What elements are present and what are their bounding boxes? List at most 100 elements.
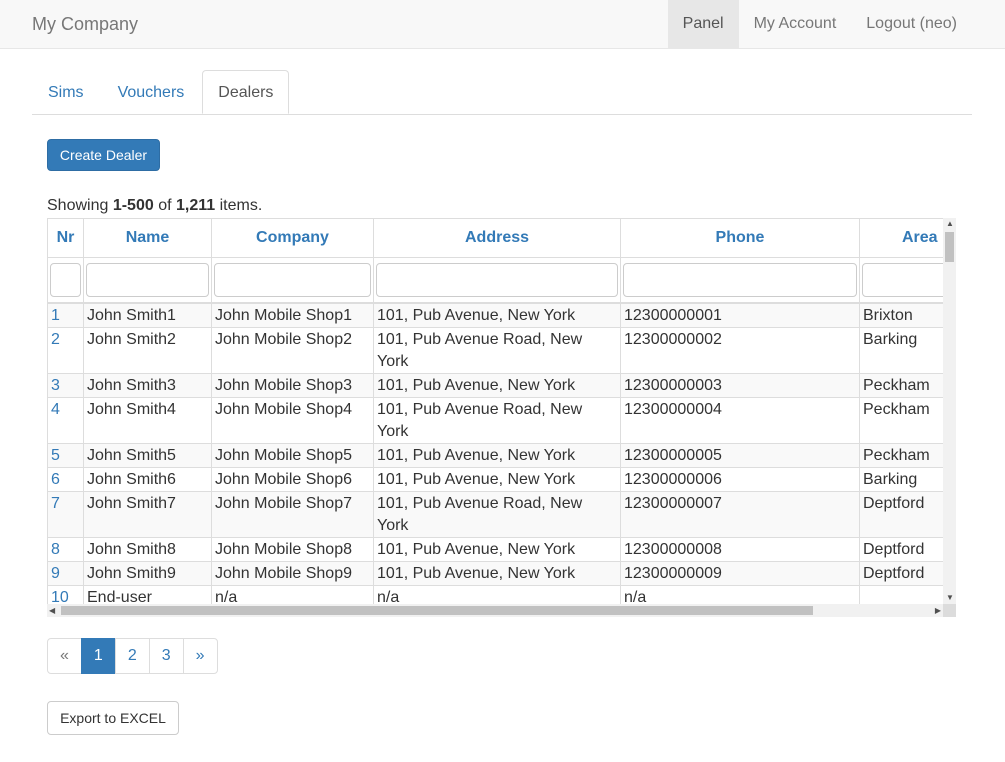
pagination-page-3[interactable]: 3 <box>148 638 184 674</box>
pagination-page-1[interactable]: 1 <box>80 638 116 674</box>
tab-vouchers[interactable]: Vouchers <box>102 70 201 114</box>
cell-nr: 1 <box>47 302 84 328</box>
row-number-link[interactable]: 10 <box>51 589 69 604</box>
cell-area: Deptford <box>859 491 943 538</box>
pagination-prev[interactable]: « <box>47 638 82 674</box>
brand-logo[interactable]: My Company <box>32 0 138 48</box>
column-header-name[interactable]: Name <box>83 218 212 258</box>
cell-company: John Mobile Shop1 <box>211 302 374 328</box>
cell-company: John Mobile Shop9 <box>211 561 374 586</box>
nav-menu: Panel My Account Logout (neo) <box>667 0 972 48</box>
create-dealer-button[interactable]: Create Dealer <box>47 139 160 171</box>
cell-nr: 2 <box>47 327 84 374</box>
scroll-up-arrow-icon[interactable]: ▲ <box>946 220 954 228</box>
table-row: 4 John Smith4 John Mobile Shop4 101, Pub… <box>47 397 943 444</box>
cell-nr: 8 <box>47 537 84 562</box>
cell-phone: 12300000002 <box>620 327 860 374</box>
summary-total: 1,211 <box>175 197 216 214</box>
cell-area: Peckham <box>859 373 943 398</box>
cell-area <box>859 585 943 604</box>
cell-nr: 4 <box>47 397 84 444</box>
table-row: 1 John Smith1 John Mobile Shop1 101, Pub… <box>47 302 943 328</box>
tab-sims[interactable]: Sims <box>32 70 100 114</box>
horizontal-scroll-thumb[interactable] <box>61 606 813 615</box>
grid-body: 1 John Smith1 John Mobile Shop1 101, Pub… <box>47 302 943 604</box>
column-header-area[interactable]: Area <box>859 218 943 258</box>
dealers-grid-container: Nr Name Company Address Phone Area 1 Joh… <box>47 218 943 604</box>
cell-name: John Smith1 <box>83 302 212 328</box>
cell-name: John Smith2 <box>83 327 212 374</box>
filter-cell-company <box>211 257 374 304</box>
cell-address: 101, Pub Avenue Road, New York <box>373 397 621 444</box>
cell-name: End-user <box>83 585 212 604</box>
table-row: 2 John Smith2 John Mobile Shop2 101, Pub… <box>47 327 943 374</box>
nav-item-panel[interactable]: Panel <box>667 0 739 48</box>
cell-nr: 7 <box>47 491 84 538</box>
nav-item-my-account[interactable]: My Account <box>739 0 852 48</box>
pagination-page-2[interactable]: 2 <box>114 638 150 674</box>
cell-name: John Smith3 <box>83 373 212 398</box>
row-number-link[interactable]: 2 <box>51 331 60 348</box>
filter-input-name[interactable] <box>86 263 209 297</box>
pagination-next[interactable]: » <box>182 638 218 674</box>
cell-area: Barking <box>859 327 943 374</box>
filter-cell-address <box>373 257 621 304</box>
column-header-phone[interactable]: Phone <box>620 218 860 258</box>
row-number-link[interactable]: 4 <box>51 401 60 418</box>
cell-address: 101, Pub Avenue, New York <box>373 302 621 328</box>
cell-nr: 10 <box>47 585 84 604</box>
table-row: 10 End-user n/a n/a n/a <box>47 585 943 604</box>
scroll-down-arrow-icon[interactable]: ▼ <box>946 594 954 602</box>
filter-input-nr[interactable] <box>50 263 81 297</box>
cell-address: 101, Pub Avenue Road, New York <box>373 491 621 538</box>
cell-nr: 6 <box>47 467 84 492</box>
cell-nr: 3 <box>47 373 84 398</box>
scroll-left-arrow-icon[interactable]: ◀ <box>49 606 55 615</box>
row-number-link[interactable]: 7 <box>51 495 60 512</box>
cell-name: John Smith7 <box>83 491 212 538</box>
filter-input-company[interactable] <box>214 263 371 297</box>
cell-area: Brixton <box>859 302 943 328</box>
cell-name: John Smith9 <box>83 561 212 586</box>
cell-area: Peckham <box>859 397 943 444</box>
cell-name: John Smith8 <box>83 537 212 562</box>
cell-company: John Mobile Shop5 <box>211 443 374 468</box>
cell-company: n/a <box>211 585 374 604</box>
cell-address: 101, Pub Avenue, New York <box>373 467 621 492</box>
cell-area: Deptford <box>859 561 943 586</box>
filter-input-phone[interactable] <box>623 263 857 297</box>
filter-input-address[interactable] <box>376 263 618 297</box>
cell-name: John Smith6 <box>83 467 212 492</box>
export-excel-button[interactable]: Export to EXCEL <box>47 701 179 735</box>
filter-input-area[interactable] <box>862 263 943 297</box>
column-header-company[interactable]: Company <box>211 218 374 258</box>
table-row: 8 John Smith8 John Mobile Shop8 101, Pub… <box>47 537 943 562</box>
cell-name: John Smith4 <box>83 397 212 444</box>
top-navbar: My Company Panel My Account Logout (neo) <box>0 0 1005 49</box>
horizontal-scrollbar[interactable]: ◀ ▶ <box>47 604 943 617</box>
nav-item-logout[interactable]: Logout (neo) <box>851 0 972 48</box>
cell-phone: 12300000004 <box>620 397 860 444</box>
row-number-link[interactable]: 5 <box>51 447 60 464</box>
column-header-nr[interactable]: Nr <box>47 218 84 258</box>
row-number-link[interactable]: 8 <box>51 541 60 558</box>
cell-area: Peckham <box>859 443 943 468</box>
summary-prefix: Showing <box>47 197 113 214</box>
vertical-scroll-thumb[interactable] <box>945 232 954 262</box>
table-row: 9 John Smith9 John Mobile Shop9 101, Pub… <box>47 561 943 586</box>
scrollbar-corner <box>943 604 956 617</box>
cell-area: Deptford <box>859 537 943 562</box>
row-number-link[interactable]: 6 <box>51 471 60 488</box>
cell-company: John Mobile Shop3 <box>211 373 374 398</box>
cell-company: John Mobile Shop4 <box>211 397 374 444</box>
cell-phone: 12300000001 <box>620 302 860 328</box>
row-number-link[interactable]: 3 <box>51 377 60 394</box>
scroll-right-arrow-icon[interactable]: ▶ <box>935 606 941 615</box>
column-header-address[interactable]: Address <box>373 218 621 258</box>
cell-company: John Mobile Shop2 <box>211 327 374 374</box>
row-number-link[interactable]: 1 <box>51 307 60 324</box>
row-number-link[interactable]: 9 <box>51 565 60 582</box>
tab-dealers[interactable]: Dealers <box>202 70 290 114</box>
cell-phone: 12300000007 <box>620 491 860 538</box>
vertical-scrollbar[interactable]: ▲ ▼ <box>943 218 956 604</box>
